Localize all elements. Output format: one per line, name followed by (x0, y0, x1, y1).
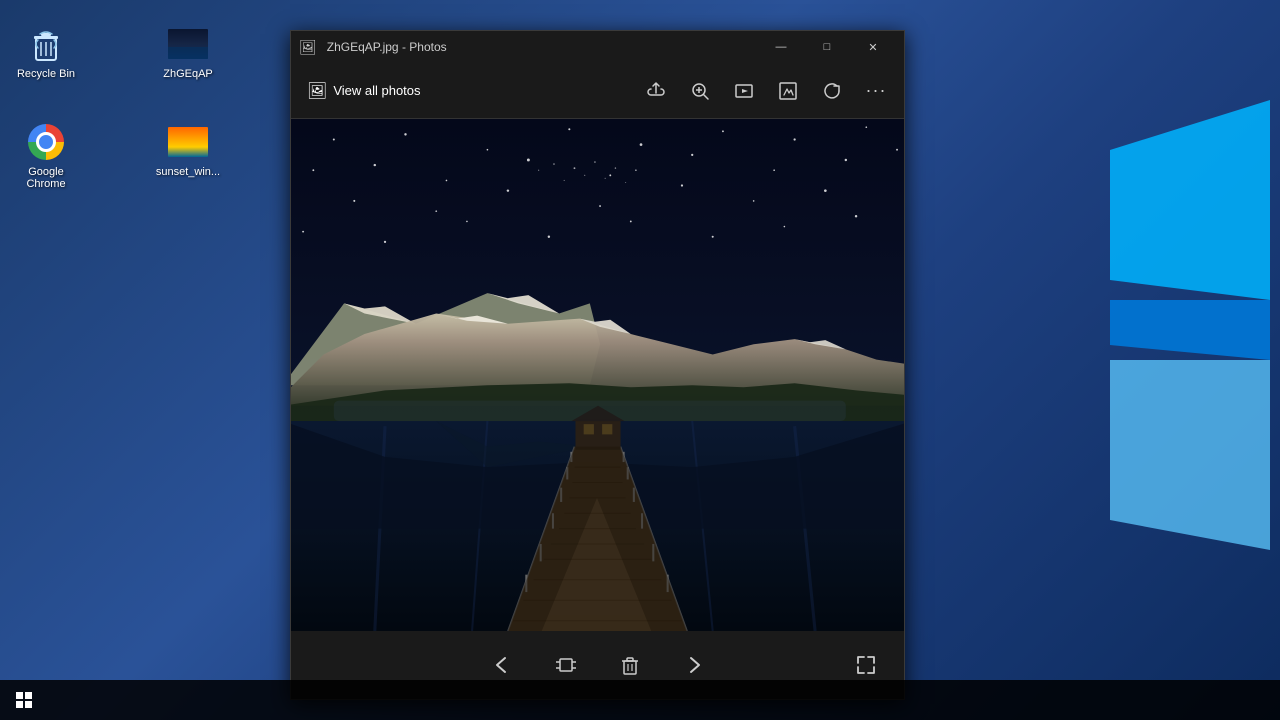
desktop: Recycle Bin ZhGEqAP Google Chrome sunset… (0, 0, 1280, 720)
desktop-icon-sunset[interactable]: sunset_win... (148, 118, 228, 182)
window-title: ZhGEqAP.jpg - Photos (323, 40, 758, 54)
recycle-bin-icon (26, 24, 66, 64)
more-options-button[interactable]: ··· (856, 71, 896, 111)
taskbar (0, 680, 1280, 720)
desktop-icon-zhgeqap[interactable]: ZhGEqAP (148, 20, 228, 84)
zhgeqap-label: ZhGEqAP (163, 68, 213, 80)
windows10-logo (1110, 100, 1280, 550)
sunset-thumbnail (168, 122, 208, 162)
chrome-icon (26, 122, 66, 162)
photos-grid-icon: 🖼 (307, 81, 327, 101)
sunset-label: sunset_win... (156, 166, 220, 178)
enhance-icon-button[interactable] (768, 71, 808, 111)
view-all-label: View all photos (333, 83, 420, 98)
recycle-bin-label: Recycle Bin (17, 68, 75, 80)
rotate-icon-button[interactable] (812, 71, 852, 111)
maximize-button[interactable]: □ (804, 31, 850, 63)
zoom-icon-button[interactable] (680, 71, 720, 111)
toolbar: 🖼 View all photos (291, 63, 904, 119)
photos-window: 🖼 ZhGEqAP.jpg - Photos — □ ✕ 🖼 View all … (290, 30, 905, 700)
photos-app-icon: 🖼 (299, 39, 317, 56)
slideshow-icon-button[interactable] (724, 71, 764, 111)
desktop-icon-chrome[interactable]: Google Chrome (6, 118, 86, 194)
minimize-button[interactable]: — (758, 31, 804, 63)
photo-display-area (291, 119, 904, 631)
chrome-label: Google Chrome (10, 166, 82, 190)
title-bar: 🖼 ZhGEqAP.jpg - Photos — □ ✕ (291, 31, 904, 63)
share-icon-button[interactable] (636, 71, 676, 111)
desktop-icon-recycle-bin[interactable]: Recycle Bin (6, 20, 86, 84)
view-all-photos-button[interactable]: 🖼 View all photos (299, 75, 429, 107)
close-button[interactable]: ✕ (850, 31, 896, 63)
windows-logo-icon (16, 692, 32, 708)
start-button[interactable] (0, 680, 48, 720)
title-bar-controls: — □ ✕ (758, 31, 896, 63)
zhgeqap-thumbnail (168, 24, 208, 64)
